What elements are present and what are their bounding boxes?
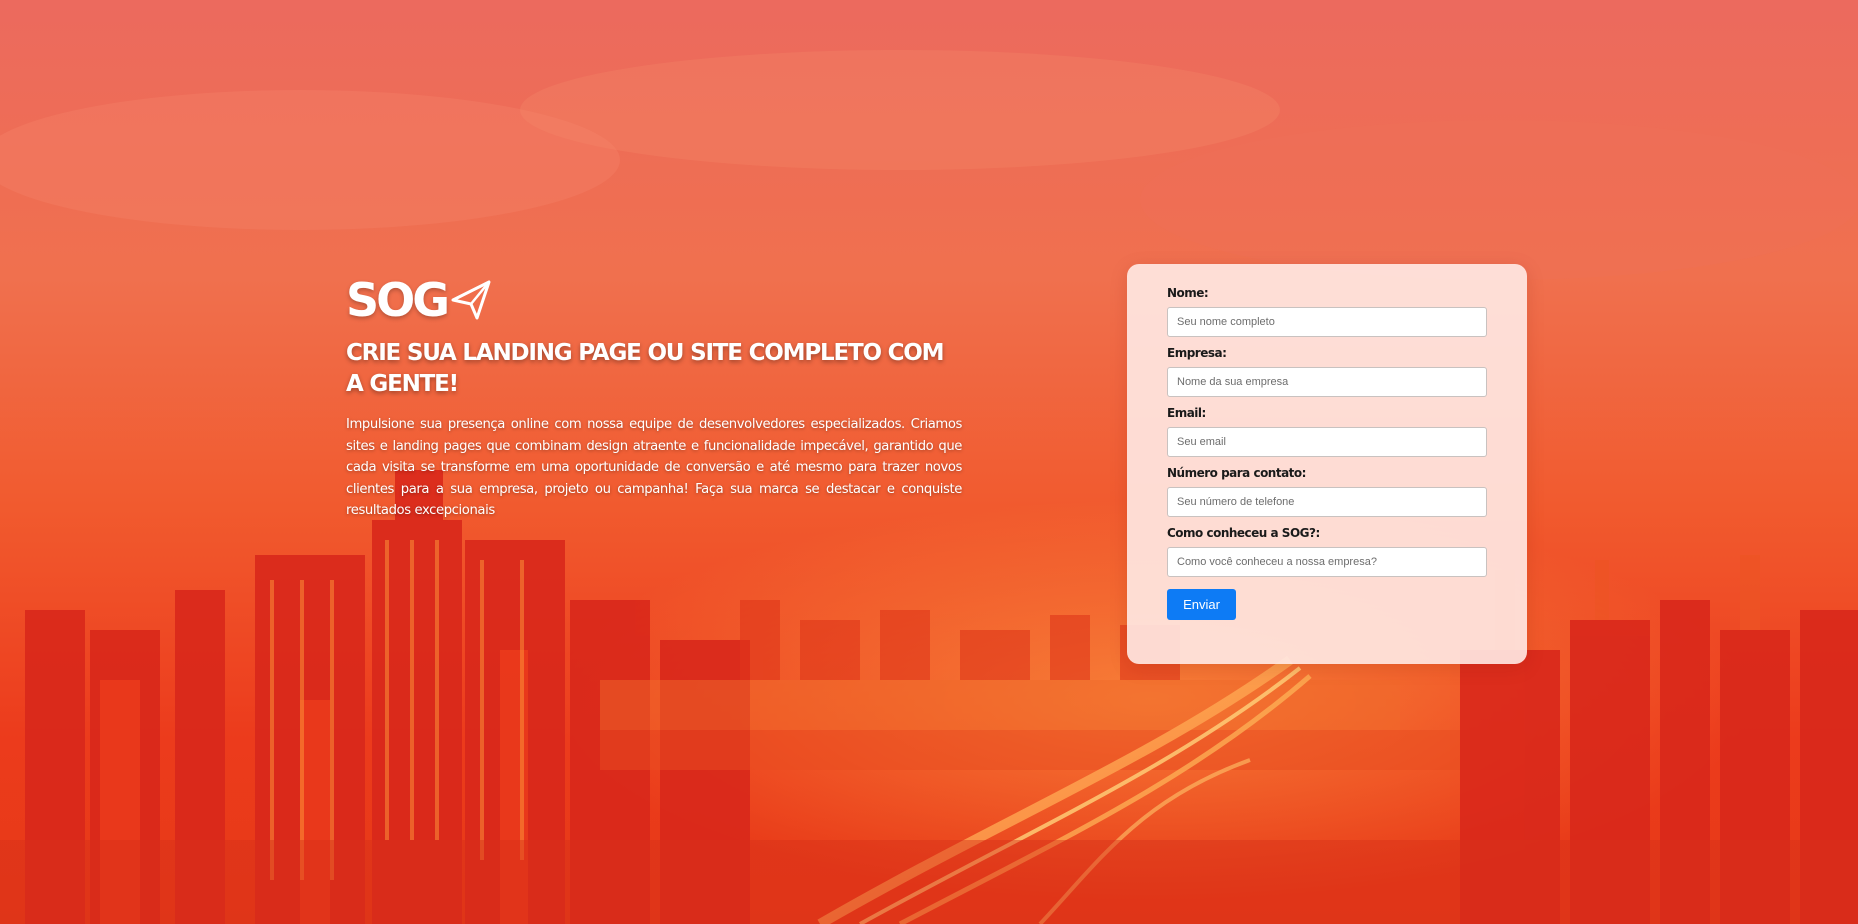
field-origem: Como conheceu a SOG?:: [1167, 526, 1487, 577]
field-email: Email:: [1167, 406, 1487, 457]
telefone-input[interactable]: [1167, 487, 1487, 517]
enviar-button[interactable]: Enviar: [1167, 589, 1236, 620]
hero-description: Impulsione sua presença online com nossa…: [346, 417, 962, 519]
nome-input[interactable]: [1167, 307, 1487, 337]
sog-logo: SOG: [346, 276, 962, 324]
origem-input[interactable]: [1167, 547, 1487, 577]
empresa-input[interactable]: [1167, 367, 1487, 397]
logo-wordmark: SOG: [346, 273, 450, 327]
email-input[interactable]: [1167, 427, 1487, 457]
field-empresa: Empresa:: [1167, 346, 1487, 397]
hero-title: CRIE SUA LANDING PAGE OU SITE COMPLETO C…: [346, 340, 945, 397]
telefone-label: Número para contato:: [1167, 466, 1306, 480]
contact-form: Nome: Empresa: Email: Número para contat…: [1127, 264, 1527, 664]
empresa-label: Empresa:: [1167, 346, 1227, 360]
field-telefone: Número para contato:: [1167, 466, 1487, 517]
origem-label: Como conheceu a SOG?:: [1167, 526, 1320, 540]
email-label: Email:: [1167, 406, 1206, 420]
nome-label: Nome:: [1167, 286, 1209, 300]
field-nome: Nome:: [1167, 286, 1487, 337]
paper-plane-icon: [451, 280, 491, 320]
hero-section: SOG CRIE SUA LANDING PAGE OU SITE COMPLE…: [346, 276, 962, 522]
